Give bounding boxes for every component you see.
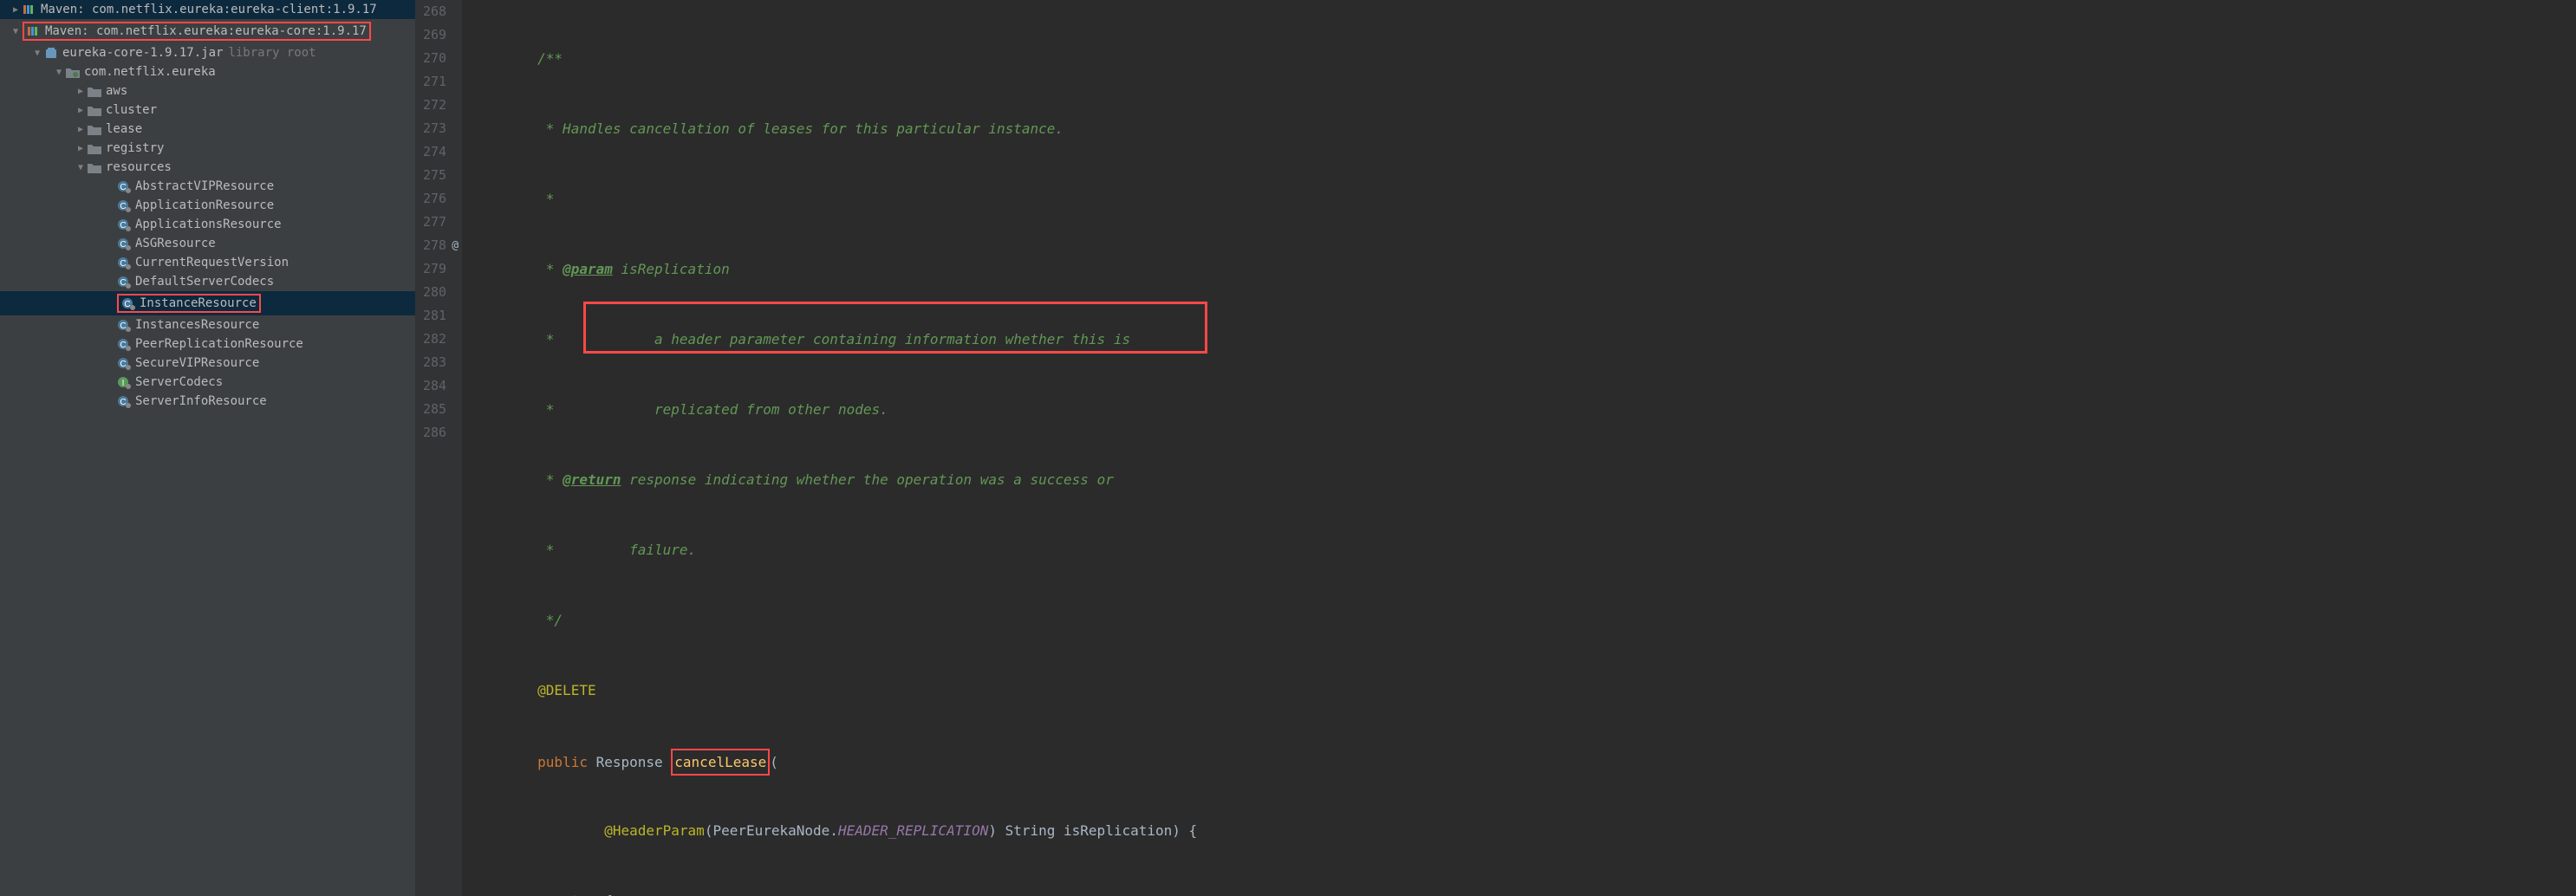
svg-text:C: C [120,183,126,192]
tree-label: cluster [106,103,157,117]
tree-item-class-selected[interactable]: C InstanceResource [0,291,415,315]
class-icon: C [117,179,131,193]
tree-item-jar[interactable]: ▼ eureka-core-1.9.17.jar library root [0,43,415,62]
svg-text:C: C [120,341,126,350]
tree-label: ApplicationsResource [135,218,282,231]
chevron-right-icon: ▶ [74,87,88,96]
tree-label: ASGResource [135,237,216,250]
svg-text:I: I [122,379,125,388]
class-icon: C [117,356,131,370]
tree-item-class[interactable]: C DefaultServerCodecs [0,272,415,291]
tree-label: Maven: com.netflix.eureka:eureka-client:… [41,3,377,16]
tree-label: aws [106,84,127,98]
tree-label: eureka-core-1.9.17.jar [62,46,223,60]
folder-icon [88,86,101,97]
tree-item-class[interactable]: C AbstractVIPResource [0,177,415,196]
line-number-gutter: 268269270271272273274275276277278@279280… [416,0,462,896]
tree-item-class[interactable]: C InstancesResource [0,315,415,334]
project-tree-sidebar[interactable]: ▶ Maven: com.netflix.eureka:eureka-clien… [0,0,416,896]
interface-icon: I [117,375,131,389]
tree-item-class[interactable]: C SecureVIPResource [0,354,415,373]
tree-item-folder-resources[interactable]: ▼ resources [0,158,415,177]
tree-label: InstancesResource [135,318,259,332]
code-editor[interactable]: 268269270271272273274275276277278@279280… [416,0,2576,896]
tree-label: registry [106,141,164,155]
chevron-down-icon: ▼ [52,68,66,77]
svg-text:C: C [120,259,126,269]
tree-label: CurrentRequestVersion [135,256,289,269]
chevron-right-icon: ▶ [74,125,88,134]
chevron-down-icon: ▼ [30,49,44,58]
svg-text:C: C [120,278,126,288]
tree-item-class[interactable]: C ApplicationsResource [0,215,415,234]
class-icon: C [117,218,131,231]
chevron-down-icon: ▼ [9,27,23,36]
tree-item-class[interactable]: C CurrentRequestVersion [0,253,415,272]
tree-label: SecureVIPResource [135,356,259,370]
chevron-right-icon: ▶ [9,5,23,15]
tree-item-maven-client[interactable]: ▶ Maven: com.netflix.eureka:eureka-clien… [0,0,415,19]
class-icon: C [117,394,131,408]
tree-item-class[interactable]: C PeerReplicationResource [0,334,415,354]
tree-label: ServerInfoResource [135,394,267,408]
class-icon: C [117,237,131,250]
code-area[interactable]: /** * Handles cancellation of leases for… [462,0,2576,896]
folder-icon [88,143,101,154]
svg-text:C: C [120,360,126,369]
tree-item-interface[interactable]: I ServerCodecs [0,373,415,392]
folder-icon [88,105,101,116]
tree-label: Maven: com.netflix.eureka:eureka-core:1.… [45,24,367,38]
svg-text:C: C [124,300,130,309]
tree-label: com.netflix.eureka [84,65,216,79]
chevron-down-icon: ▼ [74,163,88,172]
svg-text:C: C [120,221,126,230]
class-icon: C [117,198,131,212]
tree-item-folder-registry[interactable]: ▶ registry [0,139,415,158]
chevron-right-icon: ▶ [74,106,88,115]
tree-label: resources [106,160,172,174]
svg-text:C: C [120,321,126,331]
tree-item-folder-lease[interactable]: ▶ lease [0,120,415,139]
svg-text:C: C [120,202,126,211]
chevron-right-icon: ▶ [74,144,88,153]
tree-label: ApplicationResource [135,198,274,212]
library-icon [27,25,41,37]
folder-icon [88,162,101,173]
tree-item-class[interactable]: C ServerInfoResource [0,392,415,411]
class-icon: C [117,318,131,332]
class-icon: C [117,275,131,289]
tree-item-folder-aws[interactable]: ▶ aws [0,81,415,101]
tree-label: AbstractVIPResource [135,179,274,193]
package-icon [66,67,80,78]
folder-icon [88,124,101,135]
tree-item-package[interactable]: ▼ com.netflix.eureka [0,62,415,81]
tree-item-class[interactable]: C ApplicationResource [0,196,415,215]
jar-icon [44,46,58,60]
tree-hint: library root [228,46,315,60]
tree-label: lease [106,122,142,136]
tree-label: PeerReplicationResource [135,337,303,351]
tree-label: ServerCodecs [135,375,223,389]
class-icon: C [117,256,131,269]
tree-label: InstanceResource [140,296,257,310]
tree-item-class[interactable]: C ASGResource [0,234,415,253]
class-icon: C [121,296,135,310]
tree-item-maven-core[interactable]: ▼ Maven: com.netflix.eureka:eureka-core:… [0,19,415,43]
class-icon: C [117,337,131,351]
tree-item-folder-cluster[interactable]: ▶ cluster [0,101,415,120]
svg-text:C: C [120,398,126,407]
tree-label: DefaultServerCodecs [135,275,274,289]
svg-text:C: C [120,240,126,250]
library-icon [23,3,36,16]
